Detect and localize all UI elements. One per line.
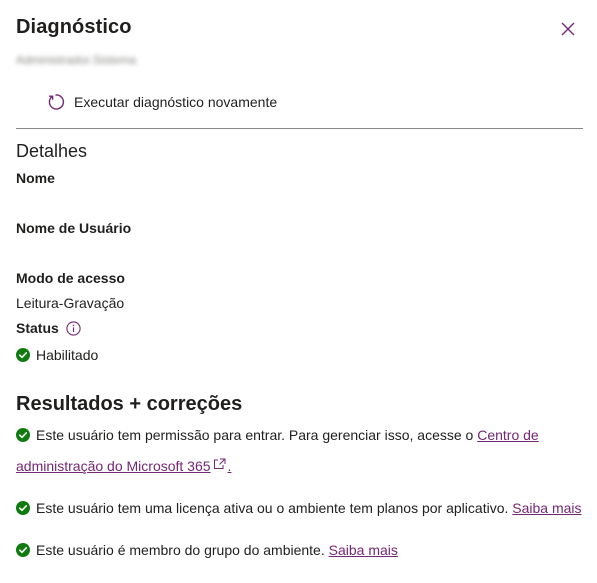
username-label: Nome de Usuário (16, 220, 132, 236)
result-item-group: Este usuário é membro do grupo do ambien… (16, 540, 398, 560)
checkmark-circle-icon (16, 428, 30, 442)
access-mode-value: Leitura-Gravação (16, 295, 125, 311)
close-button[interactable] (558, 19, 578, 39)
status-value-row: Habilitado (16, 347, 98, 363)
result-text: Este usuário tem permissão para entrar. … (36, 427, 478, 443)
result-item-license: Este usuário tem uma licença ativa ou o … (16, 498, 582, 518)
status-row: Status (16, 320, 81, 336)
result-text: Este usuário é membro do grupo do ambien… (36, 542, 329, 558)
results-heading: Resultados + correções (16, 393, 243, 415)
m365-admin-center-link[interactable]: Centro de (477, 427, 538, 443)
close-icon (561, 22, 575, 36)
refresh-icon (48, 94, 65, 110)
status-info-button[interactable] (66, 320, 81, 336)
section-divider (16, 128, 583, 129)
result-text: Este usuário tem uma licença ativa ou o … (36, 500, 513, 516)
result-item-signin: Este usuário tem permissão para entrar. … (16, 425, 576, 476)
diagnostic-panel: Diagnóstico Administrador.Sistema Execut… (0, 0, 597, 583)
checkmark-circle-icon (16, 543, 30, 557)
status-value: Habilitado (36, 347, 99, 363)
m365-admin-center-link-cont[interactable]: administração do Microsoft 365 (16, 458, 211, 474)
panel-title: Diagnóstico (16, 16, 132, 38)
status-label: Status (16, 320, 59, 336)
rerun-label: Executar diagnóstico novamente (74, 94, 278, 110)
info-icon (66, 320, 81, 336)
learn-more-link-license[interactable]: Saiba mais (512, 500, 581, 516)
details-heading: Detalhes (16, 141, 88, 161)
name-label: Nome (16, 170, 55, 186)
panel-subtitle: Administrador.Sistema (16, 53, 137, 67)
external-link-icon (213, 458, 226, 469)
checkmark-circle-icon (16, 348, 30, 362)
access-mode-label: Modo de acesso (16, 270, 125, 286)
rerun-diagnostics-button[interactable]: Executar diagnóstico novamente (47, 91, 277, 113)
learn-more-link-group[interactable]: Saiba mais (329, 542, 398, 558)
checkmark-circle-icon (16, 501, 30, 515)
link-period: . (227, 458, 232, 474)
